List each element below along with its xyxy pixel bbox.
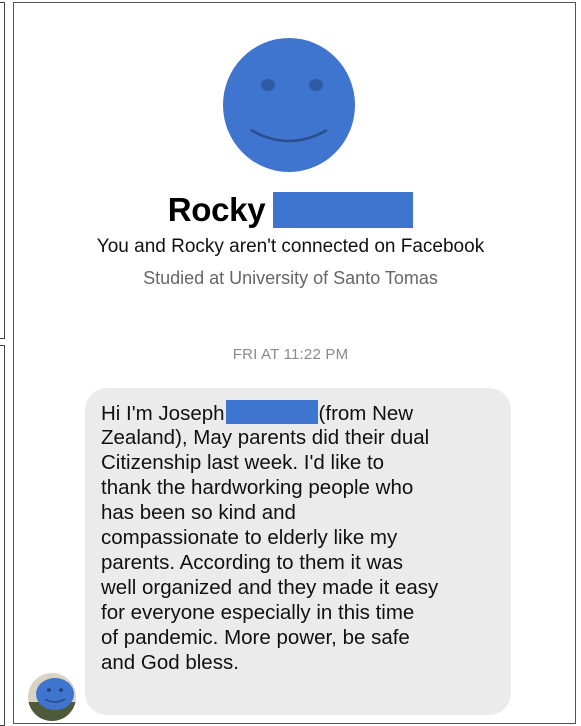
message-line: compassionate to elderly like my	[101, 526, 398, 549]
message-line: Citizenship last week. I'd like to	[101, 451, 385, 474]
message-greeting-rest: (from New	[318, 402, 414, 425]
message-line: Zealand), May parents did their dual	[101, 426, 430, 449]
left-divider-bottom	[0, 345, 5, 726]
connection-status: You and Rocky aren't connected on Facebo…	[96, 236, 485, 257]
message-line: parents. According to them it was	[101, 551, 403, 574]
message-bubble[interactable]: Hi I'm Joseph (from New Zealand), May par…	[85, 388, 511, 715]
redacted-sender-surname	[225, 400, 318, 424]
message-line: well organized and they made it easy	[101, 576, 439, 599]
message-line: has been so kind and	[101, 501, 296, 524]
profile-avatar-smiley-icon[interactable]	[221, 36, 357, 174]
message-greeting: Hi I'm Joseph	[101, 402, 225, 425]
message-timestamp: FRI AT 11:22 PM	[232, 346, 349, 363]
profile-name[interactable]: Rocky	[168, 191, 266, 229]
redacted-surname	[273, 192, 414, 228]
message-line: for everyone especially in this time	[101, 601, 415, 624]
message-line: of pandemic. More power, be safe	[101, 626, 410, 649]
message-line: and God bless.	[101, 651, 239, 674]
profile-education: Studied at University of Santo Tomas	[143, 268, 438, 288]
message-line: thank the hardworking people who	[101, 476, 414, 499]
profile-name-row: Rocky	[0, 188, 581, 232]
sender-avatar-icon[interactable]	[27, 672, 77, 722]
message-line-first: Hi I'm Joseph (from New	[101, 400, 497, 425]
